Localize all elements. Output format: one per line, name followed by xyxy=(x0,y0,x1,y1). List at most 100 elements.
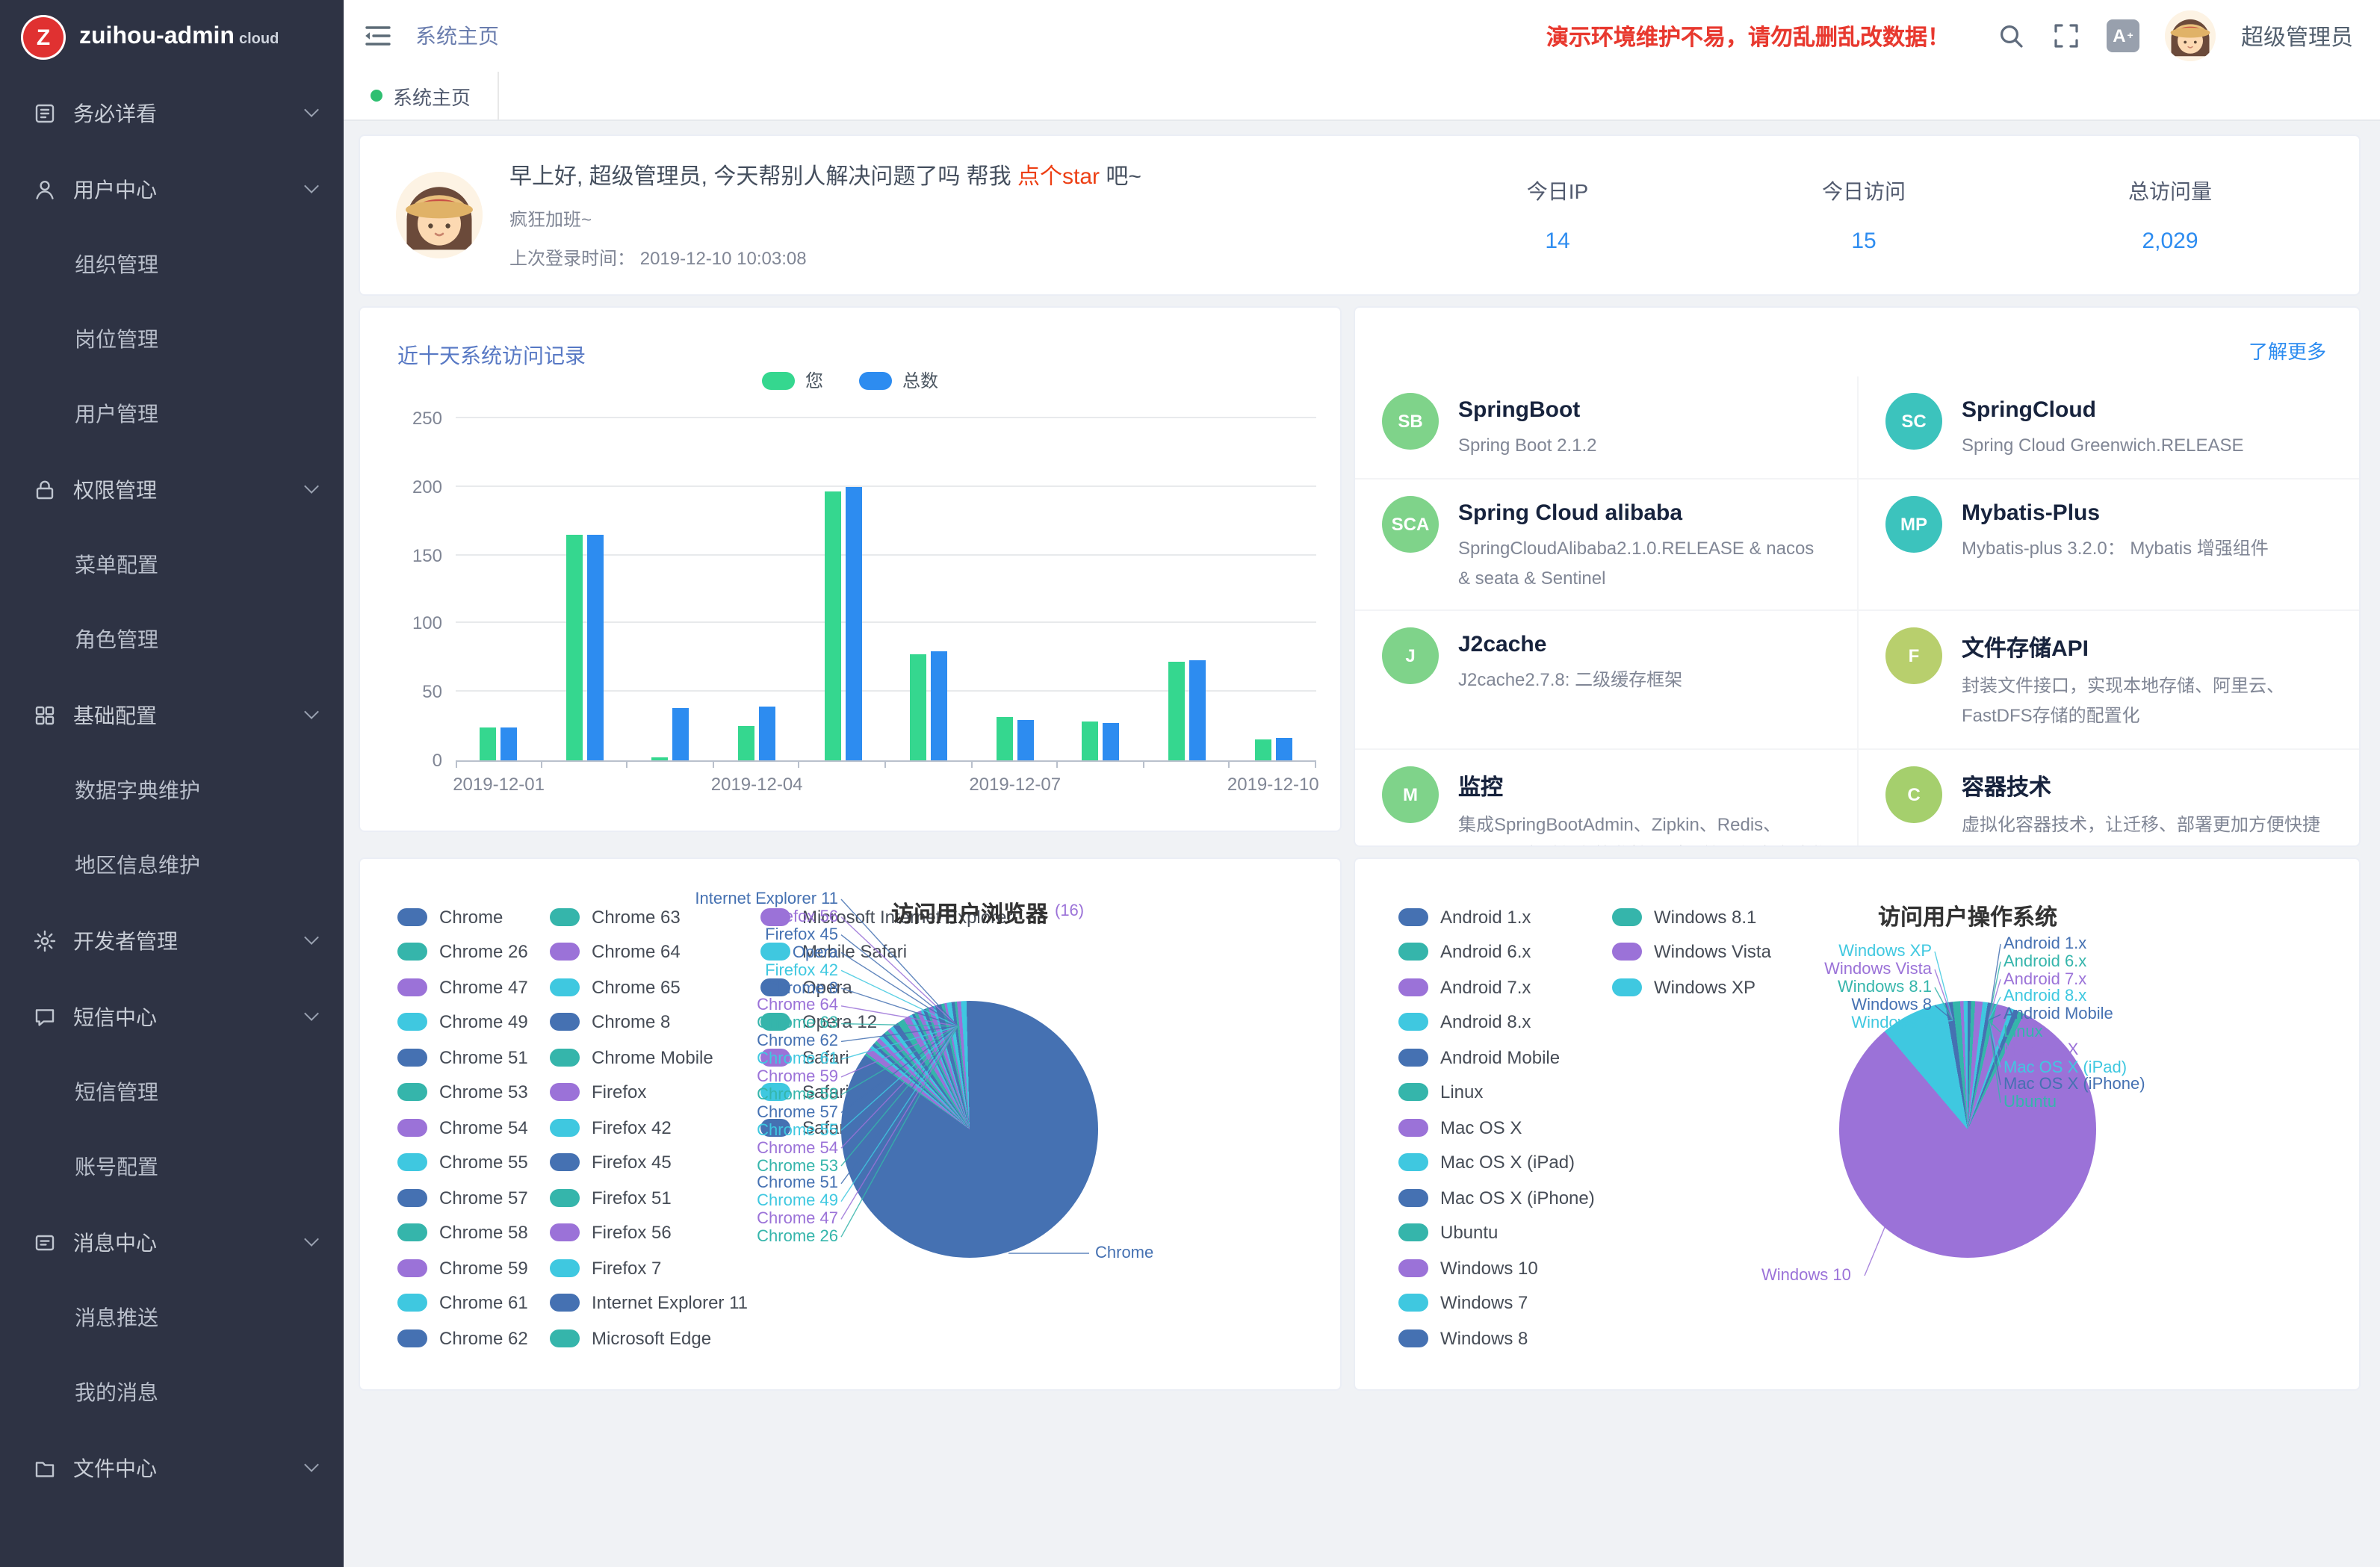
sidebar-item[interactable]: 权限管理 xyxy=(0,451,344,527)
sidebar-item[interactable]: 文件中心 xyxy=(0,1430,344,1506)
legend-label: Chrome 53 xyxy=(439,1082,528,1103)
legend-item[interactable]: Chrome 64 xyxy=(550,934,760,969)
user-avatar[interactable] xyxy=(2165,10,2216,61)
legend-item[interactable]: Mac OS X xyxy=(1398,1110,1612,1145)
bar-group[interactable] xyxy=(542,418,627,760)
sidebar-subitem[interactable]: 组织管理 xyxy=(0,227,344,302)
bar-group[interactable] xyxy=(886,418,972,760)
legend-item[interactable]: Android 7.x xyxy=(1398,969,1612,1005)
star-link[interactable]: 点个star xyxy=(1017,164,1100,190)
legend-item[interactable]: Windows Vista xyxy=(1612,934,1791,969)
pie-callout-label: Firefox 42 xyxy=(765,961,838,979)
legend-item[interactable]: Linux xyxy=(1398,1075,1612,1110)
pie-callout-label: Windows XP xyxy=(1838,943,1932,961)
legend-item[interactable]: Firefox xyxy=(550,1075,760,1110)
legend-item[interactable]: Chrome Mobile xyxy=(550,1040,760,1075)
pie-callout-label: Mac OS X xyxy=(2004,1041,2078,1059)
bar-group[interactable] xyxy=(800,418,886,760)
os-pie-chart[interactable] xyxy=(1839,1001,2096,1258)
legend-item[interactable]: Chrome 47 xyxy=(397,969,550,1005)
bar-group[interactable]: 2019-12-04 xyxy=(714,418,800,760)
legend-item[interactable]: Firefox 51 xyxy=(550,1180,760,1215)
font-size-icon[interactable]: A+ xyxy=(2107,19,2139,52)
legend-label: Windows 7 xyxy=(1440,1293,1528,1314)
legend-item[interactable]: Internet Explorer 11 xyxy=(550,1285,760,1321)
username[interactable]: 超级管理员 xyxy=(2241,20,2353,52)
row-charts: 近十天系统访问记录 您总数 0501001502002502019-12-012… xyxy=(359,306,2361,847)
legend-swatch xyxy=(397,1014,427,1031)
tech-item-title: SpringCloud xyxy=(1962,397,2244,423)
legend-item[interactable]: 总数 xyxy=(859,367,938,393)
sidebar-subitem[interactable]: 地区信息维护 xyxy=(0,828,344,902)
bar-group[interactable] xyxy=(1144,418,1230,760)
pie-callout-label: Windows 7 xyxy=(1851,1014,1932,1032)
browser-pie-chart[interactable] xyxy=(841,1001,1098,1258)
search-icon[interactable] xyxy=(1996,21,2026,51)
legend-item[interactable]: Windows 8 xyxy=(1398,1321,1612,1356)
sidebar-item[interactable]: 短信中心 xyxy=(0,978,344,1055)
bar-chart-plot[interactable]: 0501001502002502019-12-012019-12-042019-… xyxy=(456,418,1316,762)
bar-group[interactable]: 2019-12-01 xyxy=(456,418,542,760)
legend-item[interactable]: Chrome 51 xyxy=(397,1040,550,1075)
legend-item[interactable]: Ubuntu xyxy=(1398,1215,1612,1250)
legend-item[interactable]: Chrome 59 xyxy=(397,1250,550,1285)
legend-item[interactable]: Windows XP xyxy=(1612,969,1791,1005)
legend-item[interactable]: Mac OS X (iPad) xyxy=(1398,1145,1612,1180)
legend-item[interactable]: Windows 7 xyxy=(1398,1285,1612,1321)
sidebar-subitem[interactable]: 我的消息 xyxy=(0,1355,344,1430)
y-axis-label: 50 xyxy=(422,681,442,702)
legend-item[interactable]: Microsoft Edge xyxy=(550,1321,760,1356)
legend-item[interactable]: 您 xyxy=(762,367,823,393)
bar-group[interactable]: 2019-12-10 xyxy=(1230,418,1316,760)
legend-item[interactable]: Mac OS X (iPhone) xyxy=(1398,1180,1612,1215)
sidebar-item[interactable]: 开发者管理 xyxy=(0,902,344,978)
legend-item[interactable]: Windows 8.1 xyxy=(1612,899,1791,934)
sidebar-subitem[interactable]: 数据字典维护 xyxy=(0,753,344,828)
sidebar-subitem[interactable]: 角色管理 xyxy=(0,602,344,677)
legend-item[interactable]: Chrome 53 xyxy=(397,1075,550,1110)
sidebar-subitem[interactable]: 岗位管理 xyxy=(0,302,344,376)
sidebar-subitem[interactable]: 短信管理 xyxy=(0,1055,344,1129)
sidebar-subitem[interactable]: 菜单配置 xyxy=(0,527,344,602)
stat-label: 今日IP xyxy=(1404,176,1711,206)
bar-group[interactable]: 2019-12-07 xyxy=(972,418,1058,760)
legend-item[interactable]: Chrome 54 xyxy=(397,1110,550,1145)
sidebar-item[interactable]: 务必详看 xyxy=(0,75,344,151)
learn-more-link[interactable]: 了解更多 xyxy=(2249,336,2326,364)
fullscreen-icon[interactable] xyxy=(2051,21,2081,51)
legend-item[interactable]: Chrome xyxy=(397,899,550,934)
sidebar-subitem[interactable]: 用户管理 xyxy=(0,376,344,451)
bar-group[interactable] xyxy=(1058,418,1144,760)
sidebar-menu: 务必详看用户中心组织管理岗位管理用户管理权限管理菜单配置角色管理基础配置数据字典… xyxy=(0,75,344,1506)
sidebar-subitem[interactable]: 消息推送 xyxy=(0,1280,344,1355)
legend-item[interactable]: Android 1.x xyxy=(1398,899,1612,934)
sidebar-collapse-button[interactable] xyxy=(362,19,394,52)
legend-item[interactable]: Windows 10 xyxy=(1398,1250,1612,1285)
legend-item[interactable]: Chrome 62 xyxy=(397,1321,550,1356)
tab-home[interactable]: 系统主页 xyxy=(344,72,499,120)
legend-item[interactable]: Chrome 61 xyxy=(397,1285,550,1321)
legend-item[interactable]: Android 6.x xyxy=(1398,934,1612,969)
legend-item[interactable]: Chrome 57 xyxy=(397,1180,550,1215)
legend-item[interactable]: Firefox 7 xyxy=(550,1250,760,1285)
legend-item[interactable]: Chrome 49 xyxy=(397,1005,550,1040)
legend-label: Windows XP xyxy=(1654,977,1755,998)
legend-item[interactable]: Firefox 45 xyxy=(550,1145,760,1180)
legend-item[interactable]: Android Mobile xyxy=(1398,1040,1612,1075)
sidebar-item[interactable]: 用户中心 xyxy=(0,151,344,227)
legend-item[interactable]: Firefox 56 xyxy=(550,1215,760,1250)
app-root: Z zuihou-admincloud 务必详看用户中心组织管理岗位管理用户管理… xyxy=(0,0,2380,1567)
legend-item[interactable]: Chrome 55 xyxy=(397,1145,550,1180)
legend-item[interactable]: Chrome 26 xyxy=(397,934,550,969)
pie-callout-label: Firefox 56 xyxy=(765,908,838,926)
sidebar-subitem[interactable]: 账号配置 xyxy=(0,1129,344,1204)
tech-item: M监控集成SpringBootAdmin、Zipkin、Redis、Mysql、… xyxy=(1355,748,1857,847)
bar-group[interactable] xyxy=(627,418,713,760)
legend-item[interactable]: Chrome 58 xyxy=(397,1215,550,1250)
legend-item[interactable]: Firefox 42 xyxy=(550,1110,760,1145)
sidebar-item[interactable]: 基础配置 xyxy=(0,677,344,753)
legend-item[interactable]: Chrome 65 xyxy=(550,969,760,1005)
legend-item[interactable]: Android 8.x xyxy=(1398,1005,1612,1040)
legend-item[interactable]: Chrome 8 xyxy=(550,1005,760,1040)
sidebar-item[interactable]: 消息中心 xyxy=(0,1204,344,1280)
